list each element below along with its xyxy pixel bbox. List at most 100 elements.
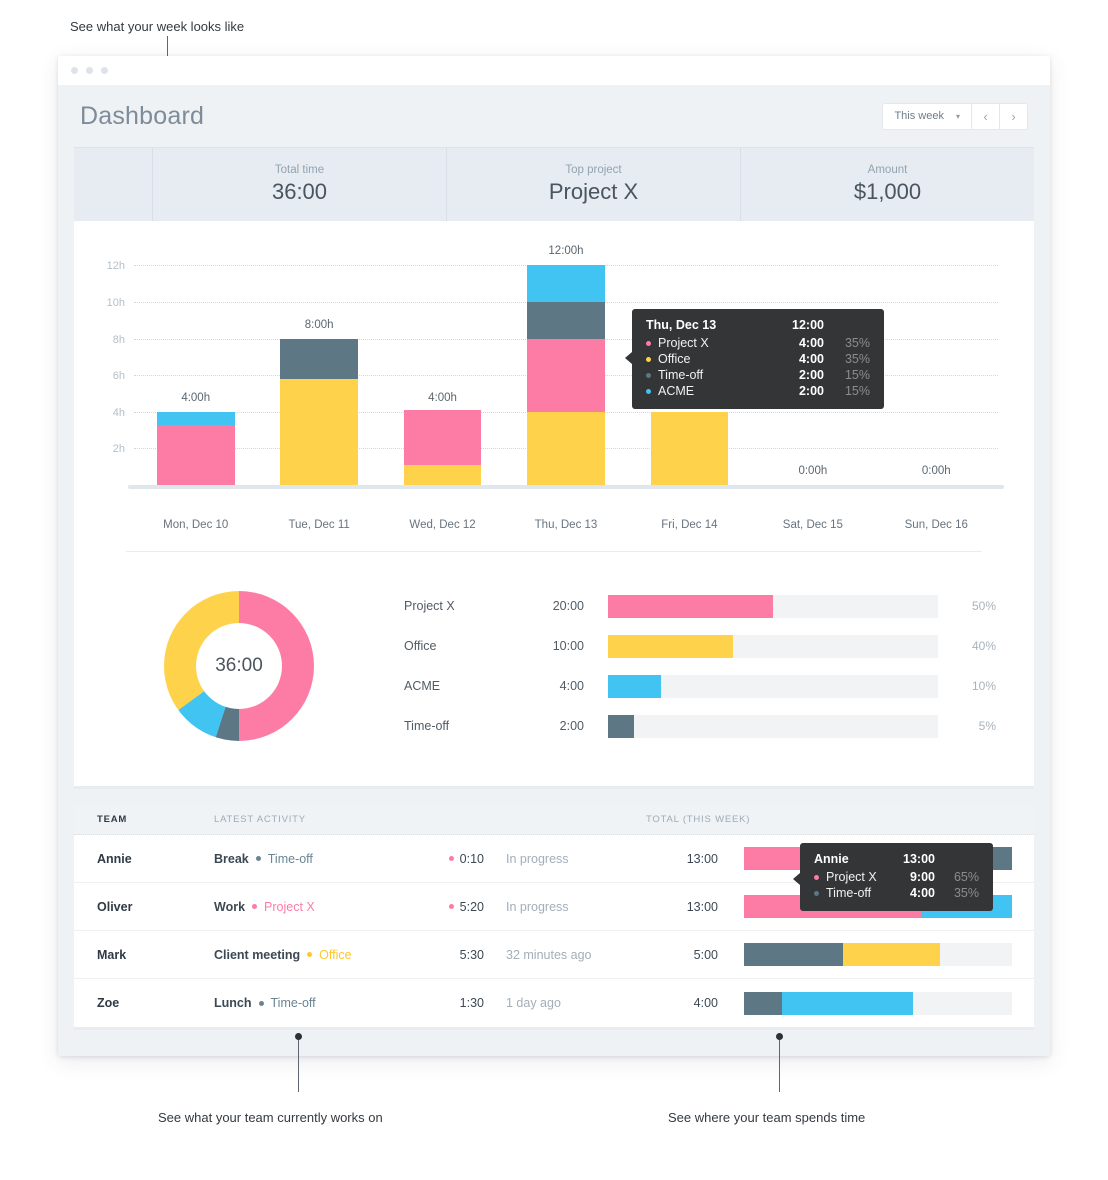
table-row[interactable]: Zoe Lunch Time-off 1:30 1 day ago 4:00 <box>74 979 1034 1027</box>
activity-project-tag[interactable]: Office <box>319 948 351 962</box>
tooltip-row-name: Project X <box>826 870 877 884</box>
breakdown-fill <box>608 594 773 618</box>
y-axis-tick: 6h <box>112 370 125 383</box>
project-dot-icon <box>307 952 313 957</box>
tooltip-row-value: 2:00 <box>798 368 824 382</box>
tooltip-row-value: 4:00 <box>798 352 824 366</box>
tooltip-total: 12:00 <box>792 318 824 332</box>
header-controls: This week ▾ ‹ › <box>882 102 1028 130</box>
activity-name: Work <box>214 899 246 914</box>
tooltip-title: Annie <box>814 852 849 866</box>
tooltip-title: Thu, Dec 13 <box>646 318 717 332</box>
breakdown-track <box>608 674 938 698</box>
window-dot-maximize-icon[interactable] <box>101 67 108 74</box>
activity-status: 32 minutes ago <box>506 947 592 962</box>
breakdown-fill <box>608 714 635 738</box>
activity-status: 1 day ago <box>506 996 561 1010</box>
breakdown-time: 2:00 <box>559 719 584 733</box>
team-bar-segment <box>843 943 940 966</box>
breakdown-row: Office 10:00 40% <box>404 626 996 666</box>
kpi-label: Total time <box>274 164 325 176</box>
bar-segment <box>156 424 235 485</box>
kpi-amount: Amount $1,000 <box>740 148 1034 221</box>
bar-total-label: 0:00h <box>798 465 828 477</box>
team-bar <box>744 943 1012 966</box>
breakdown-section: 36:00 Project X 20:00 50% Office 10:00 40% ACM… <box>74 552 1034 786</box>
activity-project-tag[interactable]: Project X <box>264 900 315 914</box>
status-dot-icon <box>448 856 454 861</box>
bar-column[interactable] <box>650 411 729 485</box>
tooltip-row-name: Time-off <box>826 886 872 900</box>
bar-column[interactable] <box>403 409 482 485</box>
tooltip-row-percent: 15% <box>844 384 870 398</box>
tooltip-rows: Project X 9:00 65% Time-off 4:00 35% <box>814 869 979 901</box>
project-dot-icon <box>252 904 258 909</box>
latest-activity-cell: Work Project X <box>214 900 392 914</box>
kpi-spacer <box>74 148 152 221</box>
breakdown-row: ACME 4:00 10% <box>404 666 996 706</box>
weekly-bar-chart: 2h 4h 6h 8h 10h 12h 4:00h 8:00h 4:00h 12:00h 0:00… <box>88 221 1020 551</box>
donut-chart: 36:00 <box>164 591 314 741</box>
bar-total-label: 12:00h <box>548 245 584 258</box>
breakdown-fill <box>608 674 661 698</box>
window-dot-minimize-icon[interactable] <box>86 67 93 74</box>
activity-project-tag[interactable]: Time-off <box>271 996 316 1010</box>
table-row[interactable]: Mark Client meeting Office 5:30 32 minutes a… <box>74 931 1034 979</box>
x-axis-label: Thu, Dec 13 <box>534 519 598 531</box>
window-titlebar <box>58 56 1050 85</box>
tooltip-row-percent: 35% <box>953 886 979 900</box>
activity-project-tag[interactable]: Time-off <box>268 852 313 866</box>
window-dot-close-icon[interactable] <box>71 67 78 74</box>
tooltip-row-name: Time-off <box>658 368 704 382</box>
kpi-total-time: Total time 36:00 <box>152 148 446 221</box>
bar-segment <box>280 338 358 379</box>
activity-name: Break <box>214 851 249 866</box>
date-range-selector[interactable]: This week ▾ <box>882 102 972 130</box>
team-member-name: Oliver <box>97 899 133 914</box>
tooltip-row-value: 2:00 <box>798 384 824 398</box>
bar-segment <box>156 411 235 425</box>
legend-dot-icon <box>646 340 651 346</box>
annotation-top: See what your week looks like <box>70 19 245 34</box>
team-total: 13:00 <box>686 899 718 914</box>
breakdown-row: Time-off 2:00 5% <box>404 706 996 746</box>
next-period-button[interactable]: › <box>1000 102 1028 130</box>
page-root: See what your week looks like Dashboard … <box>0 0 1108 1180</box>
tooltip-row-percent: 35% <box>844 336 870 350</box>
prev-period-button[interactable]: ‹ <box>972 102 1000 130</box>
tooltip-row: Office 4:00 35% <box>646 351 870 367</box>
team-member-name: Annie <box>97 851 132 866</box>
breakdown-fill <box>608 634 734 658</box>
tooltip-row-name: ACME <box>658 384 695 398</box>
breakdown-track <box>608 634 938 658</box>
bar-column[interactable] <box>156 411 235 485</box>
team-bar-cell[interactable] <box>726 991 1034 1015</box>
activity-duration: 5:20 <box>459 899 484 914</box>
breakdown-percent: 40% <box>971 639 996 653</box>
chevron-down-icon: ▾ <box>955 111 960 121</box>
activity-duration: 1:30 <box>459 996 484 1010</box>
breakdown-name: Office <box>404 639 437 653</box>
x-axis-label: Sun, Dec 16 <box>904 519 968 531</box>
team-row-tooltip: Annie 13:00 Project X 9:00 65% Time-off 4:00… <box>793 843 993 911</box>
breakdown-percent: 50% <box>971 599 996 613</box>
breakdown-name: ACME <box>404 679 441 693</box>
column-header-team: TEAM <box>97 814 128 825</box>
bar-column[interactable] <box>280 338 358 485</box>
team-bar-cell[interactable] <box>726 943 1034 966</box>
bar-column[interactable] <box>527 265 605 485</box>
tooltip-row: Project X 9:00 65% <box>814 869 979 885</box>
bar-total-label: 4:00h <box>428 391 457 404</box>
kpi-label: Top project <box>565 164 622 176</box>
kpi-value: 36:00 <box>271 179 328 204</box>
y-axis-tick: 4h <box>112 406 125 419</box>
annotation-bottom-left-line <box>298 1036 299 1092</box>
bar-segment <box>527 301 605 339</box>
tooltip-row-value: 4:00 <box>909 886 935 900</box>
kpi-label: Amount <box>867 164 908 176</box>
tooltip-arrow-icon <box>793 873 800 885</box>
annotation-bottom-left-dot <box>295 1033 302 1040</box>
status-dot-icon <box>448 904 454 909</box>
breakdown-time: 4:00 <box>559 679 584 693</box>
x-axis-label: Sat, Dec 15 <box>782 519 843 531</box>
